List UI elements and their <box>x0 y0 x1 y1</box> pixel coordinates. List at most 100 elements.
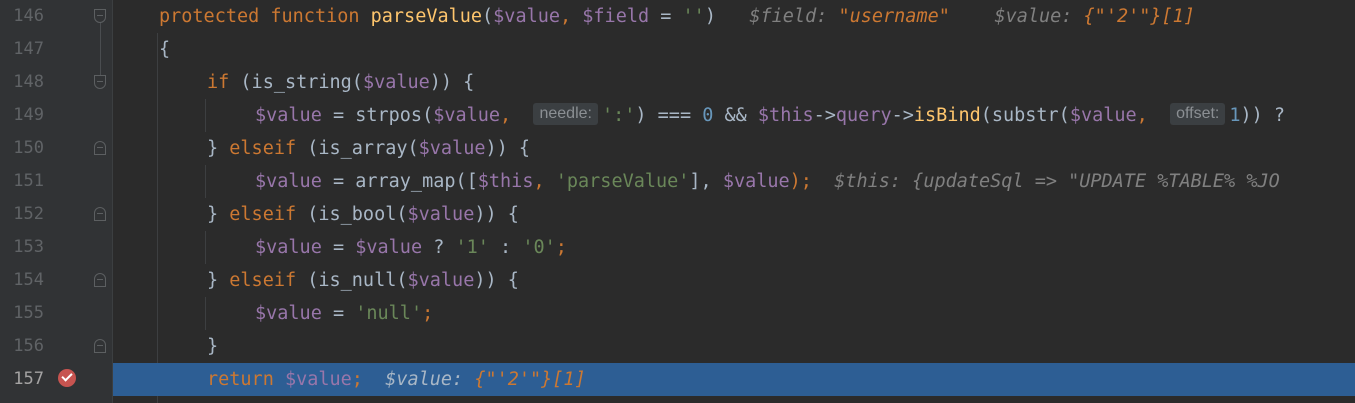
fold-guide <box>100 22 101 77</box>
punct: ? <box>422 237 456 258</box>
code-line-157-execution-point[interactable]: return $value; $value: {"'2'"}[1] <box>113 363 1355 396</box>
punct: -> <box>813 105 836 126</box>
keyword: elseif <box>229 138 297 159</box>
keyword: elseif <box>229 204 297 225</box>
number: 0 <box>702 105 714 126</box>
keyword: if <box>207 72 230 93</box>
string: '0' <box>522 237 556 258</box>
inline-debug-hint: $this: {updateSql => "UPDATE %TABLE% %JO <box>834 171 1280 192</box>
punct: (is_string( <box>229 72 363 93</box>
fold-expand-icon[interactable] <box>94 207 106 221</box>
code-line-154[interactable]: } elseif (is_null($value)) { <box>113 264 1355 297</box>
code-area[interactable]: protected function parseValue($value, $f… <box>113 0 1355 403</box>
line-number: 148 <box>13 72 44 92</box>
variable: $value <box>355 237 423 258</box>
inline-debug-value: {"'2'"}[1] <box>1083 6 1195 27</box>
variable: $value <box>433 105 501 126</box>
fold-expand-icon[interactable] <box>94 273 106 287</box>
line-number: 146 <box>13 6 44 26</box>
code-line-147[interactable]: { <box>113 33 1355 66</box>
punct: )) { <box>429 72 475 93</box>
breakpoint-icon[interactable] <box>58 369 76 387</box>
keyword: elseif <box>229 270 297 291</box>
punct: (is_array( <box>296 138 419 159</box>
code-line-155[interactable]: $value = 'null'; <box>113 297 1355 330</box>
parameter-hint: needle: <box>533 103 598 125</box>
code-line-146[interactable]: protected function parseValue($value, $f… <box>113 0 1355 33</box>
inline-debug-value: "username" <box>838 6 950 27</box>
string: 'null' <box>355 303 423 324</box>
punct: )) { <box>474 270 519 291</box>
line-number: 153 <box>13 237 44 257</box>
keyword: return <box>207 369 274 390</box>
string: ':' <box>601 105 636 126</box>
brace: { <box>159 39 171 60</box>
punct: : <box>488 237 523 258</box>
line-number: 150 <box>13 138 44 158</box>
inline-debug-value: {"'2'"}[1] <box>474 369 586 390</box>
fold-collapse-icon[interactable] <box>94 75 106 89</box>
code-line-148[interactable]: if (is_string($value)) { <box>113 66 1355 99</box>
punct: = <box>321 303 356 324</box>
punct: ( <box>482 6 494 27</box>
variable: $value <box>722 171 790 192</box>
code-line-150[interactable]: } elseif (is_array($value)) { <box>113 132 1355 165</box>
line-number: 151 <box>13 171 44 191</box>
keyword: function <box>270 6 360 27</box>
inline-debug-hint: $value: <box>994 6 1084 27</box>
punct: , <box>500 105 523 126</box>
punct: )) { <box>474 204 519 225</box>
function-name: parseValue <box>370 6 483 27</box>
line-number: 155 <box>13 303 44 323</box>
punct: ; <box>555 237 567 258</box>
variable: $value <box>362 72 430 93</box>
number: 1 <box>1229 105 1241 126</box>
line-number-gutter[interactable]: 146 147 148 149 150 151 152 153 154 155 … <box>0 0 113 403</box>
punct: ) === <box>635 105 703 126</box>
parameter-hint: offset: <box>1170 103 1226 125</box>
punct: } <box>207 270 230 291</box>
code-line-153[interactable]: $value = $value ? '1' : '0'; <box>113 231 1355 264</box>
line-number: 152 <box>13 204 44 224</box>
variable: $value <box>255 171 322 192</box>
punct: , <box>533 171 556 192</box>
line-number: 154 <box>13 270 44 290</box>
punct: ); <box>789 171 812 192</box>
line-number: 156 <box>13 336 44 356</box>
variable: $this <box>757 105 814 126</box>
code-line-152[interactable]: } elseif (is_bool($value)) { <box>113 198 1355 231</box>
code-line-149[interactable]: $value = strpos($value, needle: ':') === … <box>113 99 1355 132</box>
fold-collapse-icon[interactable] <box>94 9 106 23</box>
punct: )) ? <box>1240 105 1286 126</box>
code-line-156[interactable]: } <box>113 330 1355 363</box>
brace: } <box>207 336 219 357</box>
punct: && <box>713 105 758 126</box>
variable: $value <box>407 204 475 225</box>
variable: $value <box>1069 105 1137 126</box>
function-name: isBind <box>913 105 981 126</box>
string: 'parseValue' <box>555 171 690 192</box>
punct: = strpos( <box>321 105 434 126</box>
punct: (is_null( <box>296 270 408 291</box>
string: '1' <box>455 237 489 258</box>
property: query <box>835 105 892 126</box>
punct: ; <box>422 303 434 324</box>
variable: $value <box>255 105 322 126</box>
punct: ) <box>704 6 716 27</box>
fold-expand-icon[interactable] <box>94 339 106 353</box>
variable: $value <box>407 270 475 291</box>
fold-expand-icon[interactable] <box>94 141 106 155</box>
variable: $value <box>493 6 560 27</box>
line-number-current: 157 <box>13 369 44 389</box>
keyword: protected <box>159 6 260 27</box>
variable: $field <box>582 6 650 27</box>
code-line-151[interactable]: $value = array_map([$this, 'parseValue']… <box>113 165 1355 198</box>
code-editor[interactable]: 146 147 148 149 150 151 152 153 154 155 … <box>0 0 1355 403</box>
variable: $this <box>477 171 534 192</box>
line-number: 149 <box>13 105 44 125</box>
punct: -> <box>891 105 914 126</box>
line-number: 147 <box>13 39 44 59</box>
variable: $value <box>255 237 322 258</box>
punct: } <box>207 204 230 225</box>
punct: ; <box>351 369 363 390</box>
